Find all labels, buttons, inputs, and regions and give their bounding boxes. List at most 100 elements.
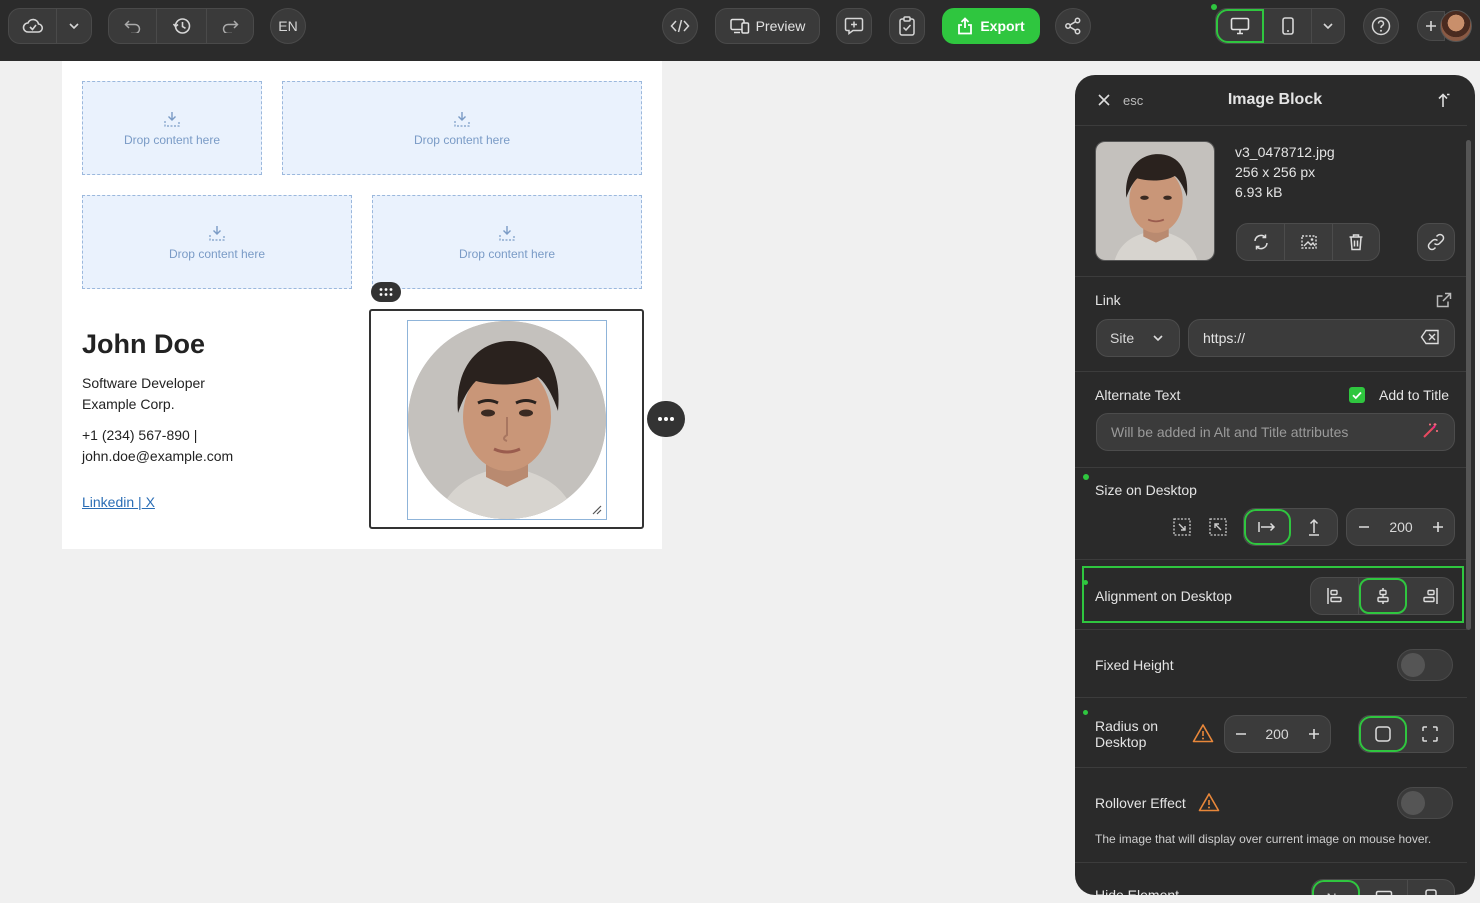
size-decrease-button[interactable] (1347, 509, 1381, 545)
rollover-toggle[interactable] (1397, 787, 1453, 819)
drop-icon (499, 225, 515, 241)
signature-role[interactable]: Software Developer (82, 375, 205, 391)
signature-name[interactable]: John Doe (82, 329, 205, 360)
add-comment-icon (844, 17, 864, 35)
help-icon (1371, 16, 1391, 36)
replace-image-button[interactable] (1237, 224, 1285, 260)
hide-element-group: No (1311, 879, 1455, 895)
align-center-button[interactable] (1359, 578, 1407, 614)
history-group (108, 8, 254, 44)
link-type-select[interactable]: Site (1096, 319, 1180, 357)
radius-uniform-button[interactable] (1359, 716, 1407, 752)
radius-corners-button[interactable] (1407, 716, 1453, 752)
drop-zone-label: Drop content here (168, 246, 266, 261)
edit-image-button[interactable] (1285, 224, 1333, 260)
share-button[interactable] (1055, 8, 1091, 44)
portrait-illustration (408, 321, 606, 519)
alt-text-input[interactable]: Will be added in Alt and Title attribute… (1096, 413, 1455, 451)
radius-warning-icon[interactable] (1192, 723, 1214, 743)
divider (1075, 125, 1467, 126)
image-block-panel: esc Image Block v3_0478712.jpg 256 x 256… (1075, 75, 1475, 895)
drop-zone[interactable]: Drop content here (82, 195, 352, 289)
hide-desktop-button[interactable] (1360, 880, 1408, 895)
width-mode-button[interactable] (1244, 509, 1291, 545)
open-link-button[interactable] (1436, 292, 1452, 308)
drag-handle[interactable] (371, 282, 401, 302)
device-switcher (1215, 8, 1345, 44)
add-to-title-checkbox[interactable] (1349, 387, 1365, 403)
file-size: 6.93 kB (1235, 184, 1283, 200)
size-increase-button[interactable] (1421, 509, 1454, 545)
height-mode-button[interactable] (1291, 509, 1337, 545)
desktop-view-button[interactable] (1216, 9, 1264, 43)
portrait-image[interactable] (408, 321, 606, 519)
expand-dashed-icon (1173, 518, 1191, 536)
rollover-label: Rollover Effect (1095, 795, 1186, 811)
export-icon (958, 17, 973, 35)
x-link[interactable]: X (142, 494, 155, 510)
export-button[interactable]: Export (942, 8, 1040, 44)
cloud-save-button[interactable] (9, 9, 57, 43)
help-button[interactable] (1363, 8, 1399, 44)
phone-icon (1425, 889, 1437, 895)
modified-indicator (1083, 580, 1088, 585)
checklist-button[interactable] (889, 8, 925, 44)
language-button[interactable]: EN (270, 8, 306, 44)
external-link-icon (1436, 292, 1452, 308)
drop-zone[interactable]: Drop content here (82, 81, 262, 175)
size-stepper: 200 (1346, 508, 1455, 546)
signature-phone[interactable]: +1 (234) 567-890 | (82, 427, 197, 443)
preview-button[interactable]: Preview (715, 8, 820, 44)
rollover-warning-icon[interactable] (1198, 792, 1220, 812)
code-view-button[interactable] (662, 8, 698, 44)
portrait-thumbnail (1096, 142, 1214, 260)
fit-size-button[interactable] (1172, 517, 1192, 537)
image-link-button[interactable] (1417, 223, 1455, 261)
panel-scrollbar[interactable] (1466, 140, 1471, 630)
rollover-description: The image that will display over current… (1095, 832, 1432, 846)
arrow-up-icon (1438, 93, 1450, 107)
link-url-input[interactable]: https:// (1188, 319, 1455, 357)
mobile-view-button[interactable] (1264, 9, 1312, 43)
user-avatar[interactable] (1440, 10, 1472, 42)
size-value[interactable]: 200 (1381, 509, 1421, 545)
redo-button[interactable] (207, 9, 253, 43)
signature-email[interactable]: john.doe@example.com (82, 448, 233, 464)
hide-mobile-button[interactable] (1408, 880, 1454, 895)
drop-zone[interactable]: Drop content here (372, 195, 642, 289)
device-options-dropdown[interactable] (1312, 9, 1344, 43)
drop-zone[interactable]: Drop content here (282, 81, 642, 175)
linkedin-link[interactable]: Linkedin (82, 494, 138, 510)
resize-handle-icon[interactable] (592, 505, 602, 515)
more-options-button[interactable] (647, 401, 685, 437)
alt-text-label: Alternate Text (1095, 387, 1181, 403)
history-button[interactable] (157, 9, 207, 43)
status-dot (1211, 4, 1217, 10)
check-icon (1352, 391, 1362, 400)
radius-increase-button[interactable] (1297, 716, 1330, 752)
refresh-icon (1253, 234, 1268, 250)
file-name: v3_0478712.jpg (1235, 144, 1335, 160)
comment-button[interactable] (836, 8, 872, 44)
shrink-size-button[interactable] (1208, 517, 1228, 537)
file-dimensions: 256 x 256 px (1235, 164, 1316, 180)
radius-value[interactable]: 200 (1257, 716, 1297, 752)
fixed-height-toggle[interactable] (1397, 649, 1453, 681)
fixed-height-label: Fixed Height (1095, 657, 1174, 673)
radius-decrease-button[interactable] (1225, 716, 1257, 752)
save-group (8, 8, 92, 44)
warning-icon (1198, 793, 1220, 812)
signature-company[interactable]: Example Corp. (82, 396, 175, 412)
save-options-dropdown[interactable] (57, 9, 91, 43)
clear-link-button[interactable] (1420, 329, 1440, 345)
align-right-button[interactable] (1407, 578, 1453, 614)
redo-icon (222, 20, 239, 33)
pin-panel-button[interactable] (1437, 92, 1451, 108)
selected-image-block[interactable] (369, 309, 644, 529)
ai-generate-button[interactable] (1421, 422, 1439, 440)
image-frame[interactable] (407, 320, 607, 520)
align-left-button[interactable] (1311, 578, 1359, 614)
hide-no-button[interactable]: No (1312, 880, 1360, 895)
delete-image-button[interactable] (1333, 224, 1379, 260)
undo-button[interactable] (109, 9, 157, 43)
